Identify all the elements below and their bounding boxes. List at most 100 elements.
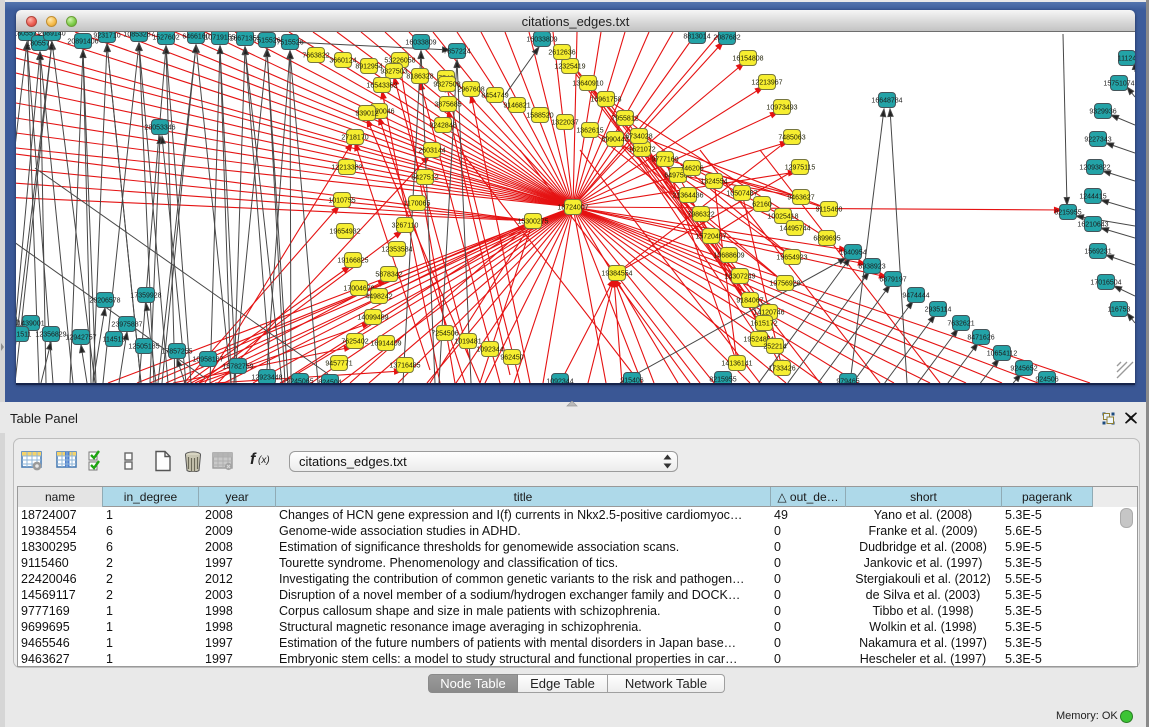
svg-text:9329936: 9329936 — [1089, 109, 1116, 116]
svg-text:12356829: 12356829 — [35, 332, 66, 339]
svg-text:1019481: 1019481 — [454, 339, 481, 346]
svg-text:28053346: 28053346 — [144, 125, 175, 132]
svg-text:3660124: 3660124 — [329, 58, 356, 65]
svg-text:116753: 116753 — [1108, 307, 1131, 314]
svg-text:114519: 114519 — [103, 337, 126, 344]
svg-text:12923448: 12923448 — [251, 375, 282, 382]
svg-text:11124: 11124 — [1118, 56, 1135, 63]
svg-text:1527602: 1527602 — [152, 35, 179, 42]
svg-text:6899695: 6899695 — [813, 236, 840, 243]
svg-text:962450: 962450 — [500, 355, 523, 362]
svg-text:15300275: 15300275 — [517, 219, 548, 226]
svg-text:8813014: 8813014 — [683, 34, 710, 41]
svg-text:10973493: 10973493 — [766, 105, 797, 112]
svg-text:16914409: 16914409 — [370, 341, 401, 348]
svg-text:7632621: 7632621 — [947, 321, 974, 328]
svg-text:1621072: 1621072 — [628, 147, 655, 154]
svg-text:746206: 746206 — [680, 166, 703, 173]
svg-text:9245652: 9245652 — [1010, 366, 1037, 373]
svg-text:2087682: 2087682 — [713, 35, 740, 42]
svg-text:18724007: 18724007 — [557, 205, 588, 212]
svg-text:9231710: 9231710 — [93, 33, 120, 40]
svg-text:12093822: 12093822 — [1079, 165, 1110, 172]
svg-text:12325419: 12325419 — [554, 64, 585, 71]
svg-text:8186328: 8186328 — [406, 74, 433, 81]
svg-text:14495744: 14495744 — [779, 226, 810, 233]
svg-text:9242848: 9242848 — [429, 123, 456, 130]
svg-text:10507487: 10507487 — [726, 191, 757, 198]
svg-text:9146821: 9146821 — [503, 103, 530, 110]
svg-text:7625402: 7625402 — [341, 339, 368, 346]
svg-text:1244415: 1244415 — [1079, 194, 1106, 201]
svg-text:7955812: 7955812 — [611, 116, 638, 123]
svg-text:15720407: 15720407 — [695, 234, 726, 241]
svg-text:1010755: 1010755 — [328, 198, 355, 205]
svg-text:6734028: 6734028 — [625, 134, 652, 141]
svg-text:391511: 391511 — [16, 332, 32, 339]
svg-text:7254506: 7254506 — [431, 331, 458, 338]
svg-text:23975887: 23975887 — [111, 322, 142, 329]
svg-text:16210643: 16210643 — [1077, 222, 1108, 229]
svg-text:2089140: 2089140 — [38, 32, 65, 38]
svg-text:1170065: 1170065 — [404, 201, 431, 208]
svg-text:1569231: 1569231 — [1084, 249, 1111, 256]
svg-text:62160: 62160 — [752, 202, 772, 209]
svg-text:20891406: 20891406 — [67, 39, 98, 46]
svg-text:16033809: 16033809 — [405, 40, 436, 47]
svg-text:1805571: 1805571 — [26, 41, 53, 48]
svg-text:2612636: 2612636 — [548, 50, 575, 57]
svg-text:2718170: 2718170 — [341, 135, 368, 142]
svg-text:8215955: 8215955 — [1054, 210, 1081, 217]
svg-text:1640954: 1640954 — [839, 250, 866, 257]
svg-text:4498242: 4498242 — [365, 294, 392, 301]
svg-text:10688609: 10688609 — [713, 253, 744, 260]
svg-text:10853287: 10853287 — [123, 32, 154, 39]
svg-text:1362615: 1362615 — [576, 128, 603, 135]
svg-text:8938923: 8938923 — [858, 264, 885, 271]
svg-text:8471626: 8471626 — [967, 335, 994, 342]
svg-text:17857255: 17857255 — [161, 349, 192, 356]
svg-text:9777169: 9777169 — [651, 157, 678, 164]
svg-text:6879197: 6879197 — [879, 277, 906, 284]
svg-text:7857224: 7857224 — [443, 49, 470, 56]
svg-text:19654923: 19654923 — [776, 255, 807, 262]
svg-text:12213382: 12213382 — [331, 165, 362, 172]
svg-text:9474444: 9474444 — [902, 293, 929, 300]
svg-text:17359928: 17359928 — [130, 293, 161, 300]
svg-text:10654112: 10654112 — [987, 351, 1018, 358]
svg-text:9327503: 9327503 — [380, 69, 407, 76]
svg-text:5878342: 5878342 — [375, 272, 402, 279]
svg-text:7663822: 7663822 — [302, 53, 329, 60]
svg-text:9463627: 9463627 — [787, 195, 814, 202]
svg-text:10025418: 10025418 — [767, 214, 798, 221]
svg-text:10958187: 10958187 — [192, 357, 223, 364]
svg-text:2935114: 2935114 — [925, 307, 952, 314]
svg-text:7515526: 7515526 — [276, 40, 303, 47]
svg-text:252214: 252214 — [763, 344, 786, 351]
svg-text:8454749: 8454749 — [481, 93, 508, 100]
svg-text:19166825: 19166825 — [337, 258, 368, 265]
svg-text:1733426: 1733426 — [768, 366, 795, 373]
svg-text:7986322: 7986322 — [687, 212, 714, 219]
svg-text:13716485: 13716485 — [389, 363, 420, 370]
svg-text:13640910: 13640910 — [572, 81, 603, 88]
svg-text:1588520: 1588520 — [526, 113, 553, 120]
svg-text:15751074: 15751074 — [1103, 81, 1134, 88]
svg-text:20206578: 20206578 — [89, 298, 120, 305]
svg-text:18307249: 18307249 — [724, 274, 755, 281]
svg-text:9184067: 9184067 — [736, 298, 763, 305]
svg-text:19756928: 19756928 — [769, 281, 800, 288]
svg-text:9457771: 9457771 — [325, 361, 352, 368]
svg-text:12353584: 12353584 — [381, 247, 412, 254]
svg-text:12505185: 12505185 — [128, 344, 159, 351]
svg-text:8912954: 8912954 — [355, 64, 382, 71]
svg-text:3875685: 3875685 — [434, 102, 461, 109]
svg-text:1092344: 1092344 — [476, 347, 503, 354]
svg-text:16543362: 16543362 — [366, 83, 397, 90]
svg-text:14099489: 14099489 — [357, 315, 388, 322]
svg-text:1324554: 1324554 — [700, 179, 727, 186]
svg-text:16154808: 16154808 — [732, 56, 763, 63]
svg-text:17004678: 17004678 — [343, 286, 374, 293]
svg-text:12213967: 12213967 — [751, 80, 782, 87]
svg-text:7485063: 7485063 — [778, 135, 805, 142]
